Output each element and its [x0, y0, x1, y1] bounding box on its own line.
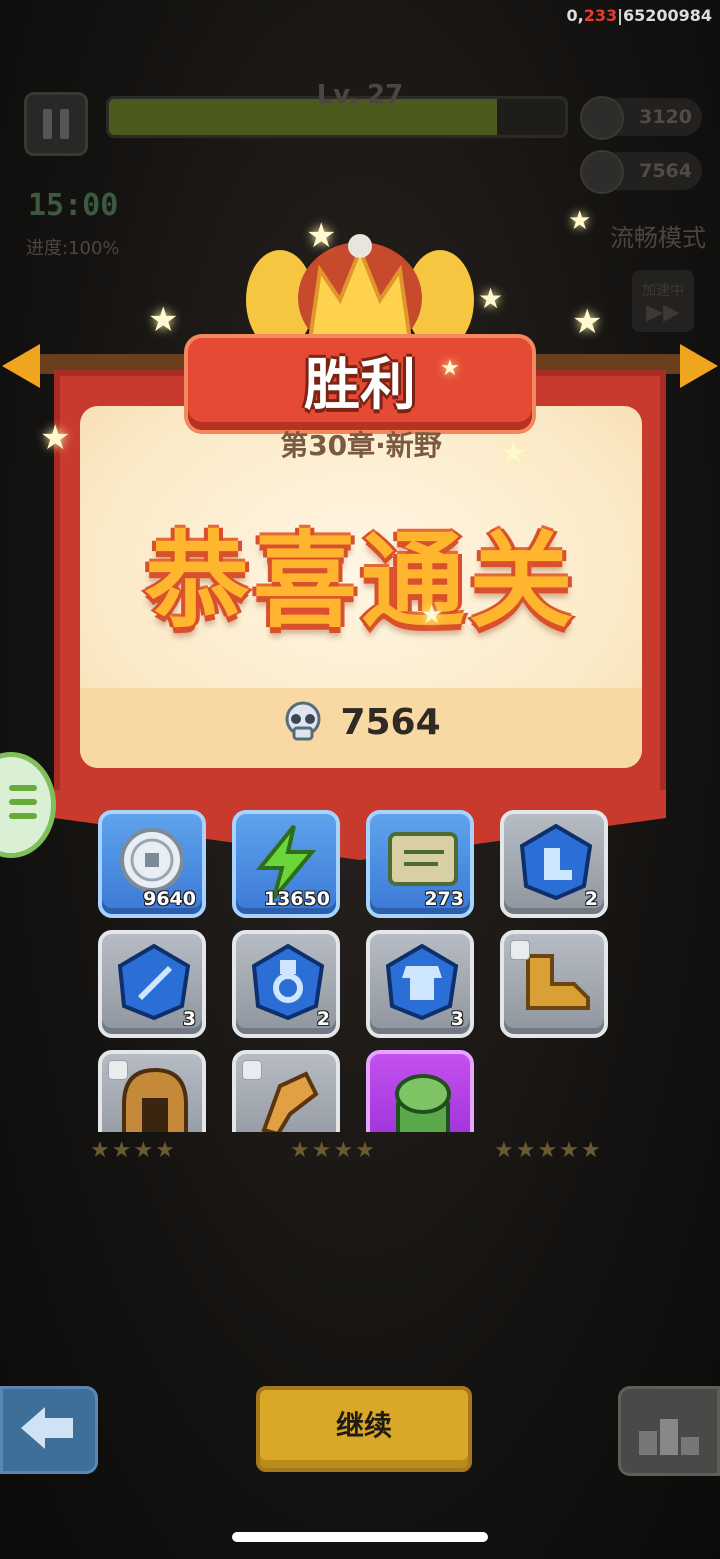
reward-count: 2 [316, 1008, 330, 1030]
kill-count: 7564 [340, 701, 441, 743]
coin-counter: 3120 [580, 96, 702, 140]
reward-grid: 9640 13650 273 2 3 2 3 [98, 810, 610, 1132]
speed-button[interactable]: 加速中 ▶▶ [632, 270, 694, 332]
reward-slot[interactable]: 2 [232, 930, 340, 1038]
podium-icon [639, 1419, 699, 1455]
side-menu-button[interactable] [0, 752, 56, 858]
debug-highlight: 233 [583, 6, 618, 25]
kill-summary: 7564 [80, 700, 642, 756]
fast-forward-icon: ▶▶ [646, 300, 680, 325]
equipment-type-icon [510, 940, 530, 960]
reward-slot[interactable]: 3 [98, 930, 206, 1038]
reward-slot[interactable]: 3 [366, 930, 474, 1038]
sparkle-icon: ★ [500, 436, 527, 471]
sparkle-icon: ★ [572, 302, 603, 342]
chapter-name: 第30章·新野 [280, 429, 442, 462]
menu-line-icon [9, 813, 37, 819]
debug-prefix: 0, [566, 6, 584, 25]
sparkle-icon: ★ [306, 216, 337, 256]
pause-button[interactable] [24, 92, 88, 156]
sparkle-icon: ★ [148, 300, 179, 340]
speed-label: 加速中 [642, 283, 684, 299]
clear-headline: 恭喜通关 [144, 520, 577, 642]
sparkle-icon: ★ [478, 282, 504, 315]
progress-text: 进度:100% [26, 238, 120, 259]
victory-title: 胜利 [304, 353, 416, 418]
timer: 15:00 [28, 188, 119, 223]
reward-slot[interactable]: 9640 [98, 810, 206, 918]
kill-counter: 7564 [580, 150, 702, 194]
reward-slot[interactable] [232, 1050, 340, 1132]
reward-slot[interactable]: 273 [366, 810, 474, 918]
star-rating: ★★★★ [290, 1138, 377, 1163]
menu-line-icon [9, 785, 37, 791]
laurel-crown-icon [246, 234, 474, 350]
reward-count: 3 [182, 1008, 196, 1030]
reward-count: 3 [450, 1008, 464, 1030]
coin-count: 3120 [639, 106, 692, 128]
level-label: Lv. 27 [316, 80, 404, 110]
star-rating: ★★★★ [90, 1138, 177, 1163]
reward-count: 2 [584, 888, 598, 910]
sparkle-icon: ★ [440, 356, 460, 381]
menu-line-icon [9, 799, 37, 805]
kill-count-hud: 7564 [639, 160, 692, 182]
equipment-type-icon [242, 1060, 262, 1080]
skull-icon [580, 150, 624, 194]
sparkle-icon: ★ [420, 600, 444, 630]
reward-slot[interactable]: 13650 [232, 810, 340, 918]
reward-count: 9640 [143, 888, 196, 910]
arrow-left-icon [21, 1407, 73, 1449]
reward-slot[interactable]: 2 [500, 810, 608, 918]
continue-button[interactable]: 继续 [256, 1386, 472, 1472]
reward-slot[interactable] [98, 1050, 206, 1132]
reward-slot[interactable] [500, 930, 608, 1038]
sparkle-icon: ★ [568, 206, 592, 236]
equipment-type-icon [108, 1060, 128, 1080]
star-rating: ★★★★★ [494, 1138, 603, 1163]
reward-count: 13650 [263, 888, 330, 910]
reward-slot[interactable] [366, 1050, 474, 1132]
coin-icon [580, 96, 624, 140]
back-button[interactable] [0, 1386, 98, 1474]
banner-rod-cap-left [2, 344, 40, 388]
reward-count: 273 [424, 888, 464, 910]
home-indicator[interactable] [232, 1532, 488, 1542]
smooth-mode-toggle[interactable]: 流畅模式 [610, 218, 706, 253]
debug-counter: 0,233|65200984 [566, 6, 712, 25]
debug-suffix: |65200984 [617, 6, 712, 25]
skull-icon [285, 701, 321, 741]
ranking-button[interactable] [618, 1386, 720, 1476]
sparkle-icon: ★ [40, 418, 71, 458]
banner-rod-cap-right [680, 344, 718, 388]
